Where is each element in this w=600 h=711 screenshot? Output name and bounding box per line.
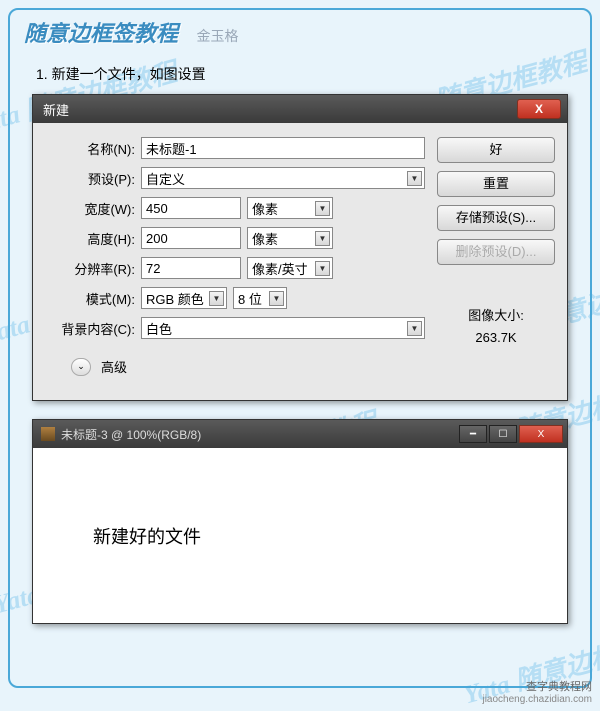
save-preset-button[interactable]: 存储预设(S)...: [437, 205, 555, 231]
bg-value: 白色: [146, 319, 172, 338]
preset-label: 预设(P):: [45, 169, 135, 188]
resolution-input[interactable]: [141, 257, 241, 279]
minimize-button[interactable]: ━: [459, 425, 487, 443]
bit-select[interactable]: 8 位 ▼: [233, 287, 287, 309]
chevron-down-icon: ▼: [269, 291, 284, 306]
ok-button[interactable]: 好: [437, 137, 555, 163]
name-label: 名称(N):: [45, 139, 135, 158]
new-dialog: 新建 X 名称(N): 预设(P): 自定义 ▼ 宽度(W):: [32, 94, 568, 401]
mode-label: 模式(M):: [45, 289, 135, 308]
resolution-unit: 像素/英寸: [252, 259, 308, 278]
dialog-title: 新建: [33, 100, 79, 119]
height-unit: 像素: [252, 229, 278, 248]
footer-watermark: 查字典教程网 jiaocheng.chazidian.com: [482, 681, 592, 706]
canvas-titlebar[interactable]: 未标题-3 @ 100%(RGB/8) ━ ☐ X: [33, 420, 567, 448]
canvas-window: 未标题-3 @ 100%(RGB/8) ━ ☐ X 新建好的文件: [32, 419, 568, 624]
name-input[interactable]: [141, 137, 425, 159]
bit-value: 8 位: [238, 289, 262, 308]
tutorial-title: 随意边框签教程: [24, 21, 178, 46]
preset-select[interactable]: 自定义 ▼: [141, 167, 425, 189]
chevron-down-icon: ▼: [315, 261, 330, 276]
chevron-down-icon: ▼: [315, 231, 330, 246]
height-label: 高度(H):: [45, 229, 135, 248]
canvas-title: 未标题-3 @ 100%(RGB/8): [61, 426, 201, 443]
image-size-label: 图像大小:: [437, 305, 555, 324]
close-button[interactable]: X: [519, 425, 563, 443]
width-unit-select[interactable]: 像素 ▼: [247, 197, 333, 219]
mode-value: RGB 颜色: [146, 289, 204, 308]
canvas-body: 新建好的文件: [33, 448, 567, 623]
close-icon: X: [525, 102, 553, 116]
maximize-button[interactable]: ☐: [489, 425, 517, 443]
app-icon: [41, 427, 55, 441]
advanced-toggle[interactable]: ⌄: [71, 358, 91, 376]
chevron-down-icon: ▼: [209, 291, 224, 306]
resolution-label: 分辨率(R):: [45, 259, 135, 278]
delete-preset-button[interactable]: 删除预设(D)...: [437, 239, 555, 265]
step-text: 1. 新建一个文件，如图设置: [10, 54, 590, 90]
close-button[interactable]: X: [517, 99, 561, 119]
bg-select[interactable]: 白色 ▼: [141, 317, 425, 339]
width-unit: 像素: [252, 199, 278, 218]
reset-button[interactable]: 重置: [437, 171, 555, 197]
canvas-caption: 新建好的文件: [93, 523, 201, 549]
image-size-value: 263.7K: [437, 330, 555, 345]
width-input[interactable]: [141, 197, 241, 219]
tutorial-frame: 随意边框签教程 金玉格 1. 新建一个文件，如图设置 新建 X 名称(N): 预…: [8, 8, 592, 688]
advanced-label: 高级: [101, 357, 127, 376]
dialog-titlebar[interactable]: 新建 X: [33, 95, 567, 123]
width-label: 宽度(W):: [45, 199, 135, 218]
chevron-down-icon: ▼: [315, 201, 330, 216]
bg-label: 背景内容(C):: [45, 319, 135, 338]
mode-select[interactable]: RGB 颜色 ▼: [141, 287, 227, 309]
preset-value: 自定义: [146, 169, 185, 188]
height-unit-select[interactable]: 像素 ▼: [247, 227, 333, 249]
resolution-unit-select[interactable]: 像素/英寸 ▼: [247, 257, 333, 279]
chevron-down-icon: ▼: [407, 321, 422, 336]
tutorial-author: 金玉格: [196, 28, 238, 44]
height-input[interactable]: [141, 227, 241, 249]
chevron-down-icon: ▼: [407, 171, 422, 186]
